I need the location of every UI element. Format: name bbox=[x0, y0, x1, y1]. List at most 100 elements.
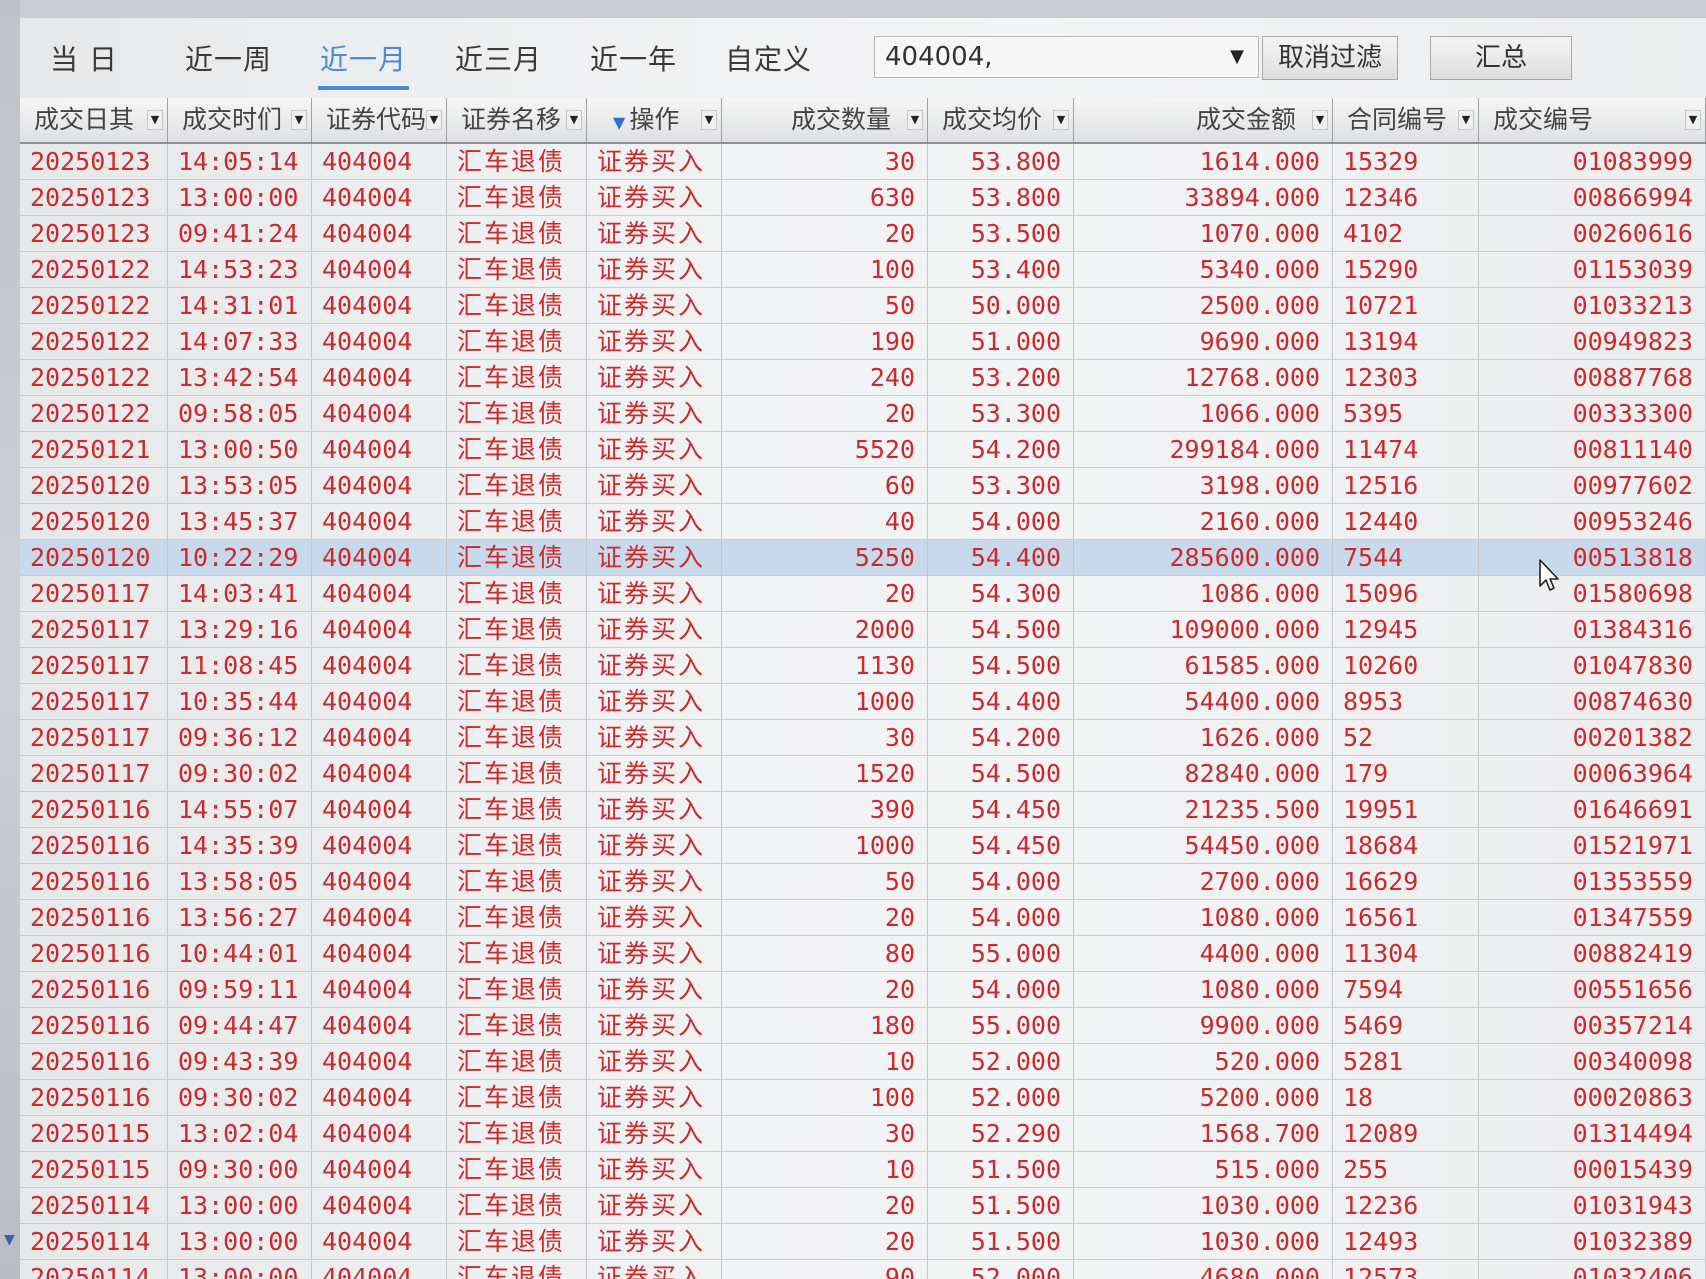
cell-code: 404004 bbox=[312, 396, 447, 431]
caret-down-icon[interactable]: ▼ bbox=[1053, 110, 1069, 130]
table-row[interactable]: 20250116 09:59:11 404004 汇车退债 证券买入 20 54.000 10… bbox=[20, 972, 1706, 1008]
cell-code: 404004 bbox=[312, 576, 447, 611]
cell-code: 404004 bbox=[312, 216, 447, 251]
table-row[interactable]: 20250122 14:07:33 404004 汇车退债 证券买入 190 51.000 9… bbox=[20, 324, 1706, 360]
column-header-avg-price[interactable]: 成交均价 ▼ bbox=[928, 98, 1074, 142]
cell-operation: 证券买入 bbox=[587, 1044, 722, 1079]
table-row[interactable]: 20250114 13:00:00 404004 汇车退债 证券买入 20 51.500 10… bbox=[20, 1188, 1706, 1224]
cell-date: 20250116 bbox=[20, 1008, 168, 1043]
table-row[interactable]: 20250123 14:05:14 404004 汇车退债 证券买入 30 53.800 16… bbox=[20, 144, 1706, 180]
cell-quantity: 40 bbox=[722, 504, 928, 539]
table-row[interactable]: 20250117 11:08:45 404004 汇车退债 证券买入 1130 54.500… bbox=[20, 648, 1706, 684]
table-row[interactable]: 20250116 09:44:47 404004 汇车退债 证券买入 180 55.000 9… bbox=[20, 1008, 1706, 1044]
table-row[interactable]: 20250115 09:30:00 404004 汇车退债 证券买入 10 51.500 51… bbox=[20, 1152, 1706, 1188]
cell-amount: 2160.000 bbox=[1074, 504, 1333, 539]
chevron-down-icon[interactable]: ▼ bbox=[1230, 37, 1244, 77]
table-row[interactable]: 20250121 13:00:50 404004 汇车退债 证券买入 5520 54.200… bbox=[20, 432, 1706, 468]
table-row[interactable]: 20250117 09:30:02 404004 汇车退债 证券买入 1520 54.500… bbox=[20, 756, 1706, 792]
cell-security-name: 汇车退债 bbox=[447, 504, 587, 539]
caret-down-icon[interactable]: ▼ bbox=[1458, 110, 1474, 130]
cell-avg-price: 54.500 bbox=[928, 756, 1074, 791]
caret-down-icon[interactable]: ▼ bbox=[701, 110, 717, 130]
cell-trade-no: 01032389 bbox=[1479, 1224, 1706, 1259]
table-row[interactable]: 20250120 10:22:29 404004 汇车退债 证券买入 5250 54.400… bbox=[20, 540, 1706, 576]
tab-month[interactable]: 近一月 bbox=[317, 40, 410, 90]
cell-date: 20250117 bbox=[20, 720, 168, 755]
column-header-time[interactable]: 成交时们 ▼ bbox=[168, 98, 312, 142]
cell-quantity: 20 bbox=[722, 216, 928, 251]
scroll-down-arrow-icon[interactable]: ▼ bbox=[4, 1232, 15, 1248]
cell-time: 09:43:39 bbox=[168, 1044, 312, 1079]
caret-down-icon[interactable]: ▼ bbox=[1312, 110, 1328, 130]
cell-trade-no: 01580698 bbox=[1479, 576, 1706, 611]
tab-three-months[interactable]: 近三月 bbox=[455, 40, 542, 80]
tab-week[interactable]: 近一周 bbox=[185, 40, 272, 80]
cell-operation: 证券买入 bbox=[587, 1188, 722, 1223]
table-row[interactable]: 20250117 10:35:44 404004 汇车退债 证券买入 1000 54.400… bbox=[20, 684, 1706, 720]
cell-contract-no: 12945 bbox=[1333, 612, 1479, 647]
table-row[interactable]: 20250117 13:29:16 404004 汇车退债 证券买入 2000 54.500… bbox=[20, 612, 1706, 648]
cell-operation: 证券买入 bbox=[587, 684, 722, 719]
cell-quantity: 630 bbox=[722, 180, 928, 215]
table-row[interactable]: 20250116 10:44:01 404004 汇车退债 证券买入 80 55.000 44… bbox=[20, 936, 1706, 972]
summary-button[interactable]: 汇总 bbox=[1430, 36, 1572, 80]
table-row[interactable]: 20250116 13:56:27 404004 汇车退债 证券买入 20 54.000 10… bbox=[20, 900, 1706, 936]
table-row[interactable]: 20250116 14:55:07 404004 汇车退债 证券买入 390 54.450 2… bbox=[20, 792, 1706, 828]
table-row[interactable]: 20250115 13:02:04 404004 汇车退债 证券买入 30 52.290 15… bbox=[20, 1116, 1706, 1152]
cell-date: 20250120 bbox=[20, 504, 168, 539]
table-row[interactable]: 20250116 14:35:39 404004 汇车退债 证券买入 1000 54.450… bbox=[20, 828, 1706, 864]
table-row[interactable]: 20250122 14:31:01 404004 汇车退债 证券买入 50 50.000 25… bbox=[20, 288, 1706, 324]
table-row[interactable]: 20250122 14:53:23 404004 汇车退债 证券买入 100 53.400 5… bbox=[20, 252, 1706, 288]
cell-quantity: 90 bbox=[722, 1260, 928, 1279]
table-row[interactable]: 20250122 13:42:54 404004 汇车退债 证券买入 240 53.200 1… bbox=[20, 360, 1706, 396]
cell-quantity: 20 bbox=[722, 900, 928, 935]
table-row[interactable]: 20250114 13:00:00 404004 汇车退债 证券买入 90 52.000 46… bbox=[20, 1260, 1706, 1279]
cell-contract-no: 15096 bbox=[1333, 576, 1479, 611]
caret-down-icon[interactable]: ▼ bbox=[1685, 110, 1701, 130]
table-row[interactable]: 20250117 09:36:12 404004 汇车退债 证券买入 30 54.200 16… bbox=[20, 720, 1706, 756]
table-row[interactable]: 20250120 13:53:05 404004 汇车退债 证券买入 60 53.300 31… bbox=[20, 468, 1706, 504]
caret-down-icon[interactable]: ▼ bbox=[291, 110, 307, 130]
cell-amount: 33894.000 bbox=[1074, 180, 1333, 215]
table-row[interactable]: 20250114 13:00:00 404004 汇车退债 证券买入 20 51.500 10… bbox=[20, 1224, 1706, 1260]
caret-down-icon[interactable]: ▼ bbox=[426, 110, 442, 130]
table-row[interactable]: 20250116 13:58:05 404004 汇车退债 证券买入 50 54.000 27… bbox=[20, 864, 1706, 900]
cell-date: 20250117 bbox=[20, 756, 168, 791]
cell-amount: 285600.000 bbox=[1074, 540, 1333, 575]
cancel-filter-button[interactable]: 取消过滤 bbox=[1262, 36, 1398, 80]
table-row[interactable]: 20250123 09:41:24 404004 汇车退债 证券买入 20 53.500 10… bbox=[20, 216, 1706, 252]
table-row[interactable]: 20250122 09:58:05 404004 汇车退债 证券买入 20 53.300 10… bbox=[20, 396, 1706, 432]
tab-year[interactable]: 近一年 bbox=[590, 40, 677, 80]
column-header-contract-no[interactable]: 合同编号 ▼ bbox=[1333, 98, 1479, 142]
caret-down-icon[interactable]: ▼ bbox=[147, 110, 163, 130]
column-header-trade-no[interactable]: 成交编号 ▼ bbox=[1479, 98, 1706, 142]
column-header-operation[interactable]: ▼ 操作 ▼ bbox=[587, 98, 722, 142]
table-row[interactable]: 20250123 13:00:00 404004 汇车退债 证券买入 630 53.800 3… bbox=[20, 180, 1706, 216]
table-row[interactable]: 20250117 14:03:41 404004 汇车退债 证券买入 20 54.300 10… bbox=[20, 576, 1706, 612]
column-header-code[interactable]: 证券代码 ▼ bbox=[312, 98, 447, 142]
cell-time: 14:31:01 bbox=[168, 288, 312, 323]
cell-security-name: 汇车退债 bbox=[447, 144, 587, 179]
cell-code: 404004 bbox=[312, 792, 447, 827]
cell-operation: 证券买入 bbox=[587, 288, 722, 323]
table-row[interactable]: 20250116 09:30:02 404004 汇车退债 证券买入 100 52.000 5… bbox=[20, 1080, 1706, 1116]
column-header-quantity[interactable]: 成交数量 ▼ bbox=[722, 98, 928, 142]
cell-time: 09:36:12 bbox=[168, 720, 312, 755]
caret-down-icon[interactable]: ▼ bbox=[907, 110, 923, 130]
column-header-name[interactable]: 证券名移 ▼ bbox=[447, 98, 587, 142]
cell-code: 404004 bbox=[312, 1044, 447, 1079]
caret-down-icon[interactable]: ▼ bbox=[566, 110, 582, 130]
column-header-amount[interactable]: 成交金额 ▼ bbox=[1074, 98, 1333, 142]
cell-contract-no: 12516 bbox=[1333, 468, 1479, 503]
tab-custom[interactable]: 自定义 bbox=[725, 40, 812, 80]
cell-amount: 1080.000 bbox=[1074, 900, 1333, 935]
table-row[interactable]: 20250120 13:45:37 404004 汇车退债 证券买入 40 54.000 21… bbox=[20, 504, 1706, 540]
column-header-date[interactable]: 成交日其 ▼ bbox=[20, 98, 168, 142]
tab-today[interactable]: 当 日 bbox=[50, 40, 118, 80]
table-row[interactable]: 20250116 09:43:39 404004 汇车退债 证券买入 10 52.000 52… bbox=[20, 1044, 1706, 1080]
cell-amount: 4680.000 bbox=[1074, 1260, 1333, 1279]
security-code-filter-select[interactable]: 404004, ▼ bbox=[874, 36, 1259, 78]
cell-quantity: 10 bbox=[722, 1152, 928, 1187]
cell-operation: 证券买入 bbox=[587, 648, 722, 683]
cell-trade-no: 01033213 bbox=[1479, 288, 1706, 323]
